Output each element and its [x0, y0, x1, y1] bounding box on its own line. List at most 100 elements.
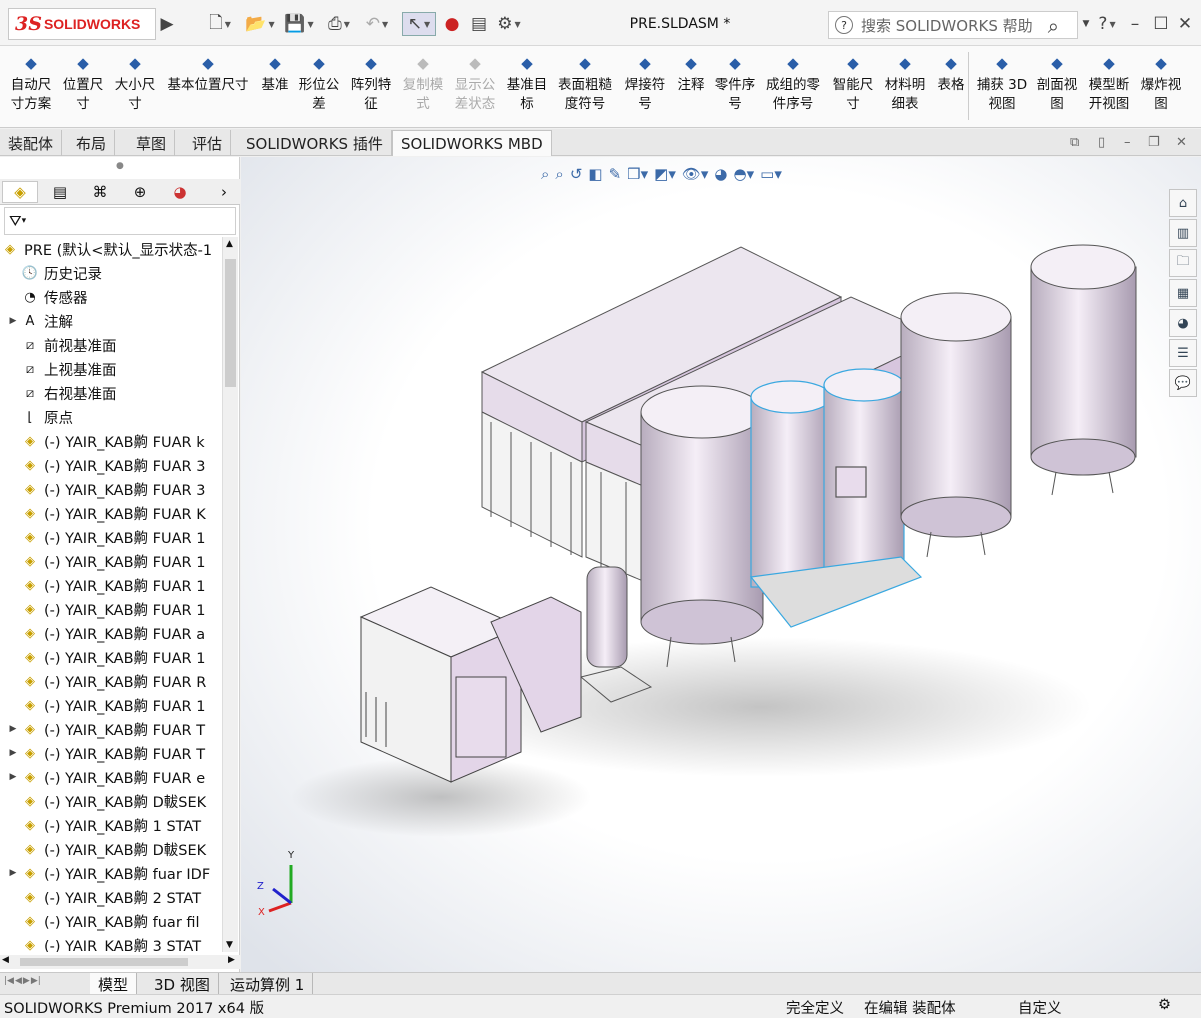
- tile-icon[interactable]: ▯: [1098, 135, 1105, 150]
- scroll-down-icon[interactable]: ▼: [226, 940, 233, 950]
- tree-vertical-scrollbar[interactable]: ▲ ▼: [222, 237, 238, 952]
- ribbon-section-view-button[interactable]: ◆ 剖面视 图: [1034, 52, 1080, 114]
- tree-item[interactable]: ▶ ◈ (-) YAIR_KAB齁 FUAR T: [0, 741, 222, 765]
- edit-appearance-icon[interactable]: ◕: [714, 165, 727, 183]
- tree-item[interactable]: ◈ (-) YAIR_KAB齁 3 STAT: [0, 933, 222, 953]
- ribbon-show-tolerance-status-button[interactable]: ◆ 显示公 差状态: [452, 52, 498, 114]
- ribbon-table-button[interactable]: ◆ 表格: [934, 52, 968, 95]
- ribbon-auto-dimension-button[interactable]: ◆ 自动尺 寸方案: [8, 52, 54, 114]
- forum-icon[interactable]: 💬: [1169, 369, 1197, 397]
- custom-properties-icon[interactable]: ☰: [1169, 339, 1197, 367]
- design-library-icon[interactable]: ▥: [1169, 219, 1197, 247]
- appearances-icon[interactable]: ◕: [1169, 309, 1197, 337]
- view-settings-icon[interactable]: ▭▾: [760, 165, 782, 183]
- ribbon-capture-3d-view-button[interactable]: ◆ 捕获 3D 视图: [976, 52, 1028, 114]
- tree-item[interactable]: ◈ (-) YAIR_KAB齁 FUAR 1: [0, 573, 222, 597]
- ribbon-surface-finish-button[interactable]: ◆ 表面粗糙 度符号: [556, 52, 614, 114]
- bottom-tab-1[interactable]: 模型: [90, 973, 138, 995]
- filter-icon[interactable]: ⛛: [9, 212, 22, 230]
- scroll-thumb[interactable]: [225, 259, 236, 387]
- ribbon-balloon-button[interactable]: ◆ 零件序 号: [712, 52, 758, 114]
- bottom-tab-3[interactable]: 运动算例 1: [222, 973, 314, 995]
- dynamic-annotation-icon[interactable]: ✎: [609, 165, 622, 183]
- tree-item[interactable]: ▶ A 注解: [0, 309, 222, 333]
- tree-root-assembly[interactable]: ◈ PRE (默认<默认_显示状态-1: [0, 237, 222, 261]
- tree-item[interactable]: ⧄ 上视基准面: [0, 357, 222, 381]
- filter-dropdown-icon[interactable]: ▾: [22, 216, 27, 226]
- tree-item[interactable]: ◈ (-) YAIR_KAB齁 fuar fil: [0, 909, 222, 933]
- save-icon[interactable]: 💾 ▼: [284, 12, 314, 36]
- menu-expand-arrow-icon[interactable]: ▶: [160, 12, 174, 36]
- tree-filter[interactable]: ⛛ ▾: [4, 207, 236, 235]
- hide-show-items-icon[interactable]: 👁▾: [682, 165, 709, 183]
- file-properties-icon[interactable]: ▤: [468, 12, 490, 36]
- expand-arrow-icon[interactable]: ▶: [6, 772, 20, 782]
- search-input[interactable]: 搜索 SOLIDWORKS 帮助: [861, 15, 1033, 36]
- doc-close-icon[interactable]: ✕: [1176, 135, 1187, 150]
- ribbon-weld-symbol-button[interactable]: ◆ 焊接符 号: [622, 52, 668, 114]
- tab-3[interactable]: 草图: [128, 130, 176, 156]
- apply-scene-icon[interactable]: ◓▾: [734, 165, 755, 183]
- ribbon-pattern-feature-button[interactable]: ◆ 阵列特 征: [348, 52, 394, 114]
- tree-item[interactable]: ⌊ 原点: [0, 405, 222, 429]
- tree-item[interactable]: 🕓 历史记录: [0, 261, 222, 285]
- tree-item[interactable]: ◈ (-) YAIR_KAB齁 D軷SEK: [0, 837, 222, 861]
- tree-item[interactable]: ▶ ◈ (-) YAIR_KAB齁 FUAR T: [0, 717, 222, 741]
- view-palette-icon[interactable]: ▦: [1169, 279, 1197, 307]
- display-style-icon[interactable]: ◩▾: [654, 165, 676, 183]
- rebuild-traffic-light-icon[interactable]: ●: [444, 12, 460, 36]
- ribbon-geometric-tolerance-button[interactable]: ◆ 形位公 差: [296, 52, 342, 114]
- bottom-tab-2[interactable]: 3D 视图: [146, 973, 219, 995]
- unit-system[interactable]: 自定义: [1018, 997, 1062, 1018]
- previous-view-icon[interactable]: ↺: [570, 165, 583, 183]
- ribbon-smart-dimension-button[interactable]: ◆ 智能尺 寸: [830, 52, 876, 114]
- ribbon-model-break-view-button[interactable]: ◆ 模型断 开视图: [1086, 52, 1132, 114]
- configuration-tab-icon[interactable]: ⌘: [82, 181, 118, 203]
- prev-tab-icon[interactable]: ◀: [15, 976, 22, 986]
- expand-arrow-icon[interactable]: ▶: [6, 316, 20, 326]
- hscroll-thumb[interactable]: [20, 958, 188, 966]
- rebuild-status-icon[interactable]: ⚙: [1158, 997, 1171, 1013]
- solidworks-resources-icon[interactable]: ⌂: [1169, 189, 1197, 217]
- search-dropdown-icon[interactable]: ▼: [1080, 12, 1092, 36]
- expand-arrow-icon[interactable]: ▶: [6, 724, 20, 734]
- tree-item[interactable]: ▶ ◈ (-) YAIR_KAB齁 fuar IDF: [0, 861, 222, 885]
- tree-item[interactable]: ◈ (-) YAIR_KAB齁 FUAR 1: [0, 693, 222, 717]
- tab-scroll-buttons[interactable]: |◀ ◀ ▶ ▶|: [4, 976, 41, 986]
- tree-item[interactable]: ◈ (-) YAIR_KAB齁 FUAR K: [0, 501, 222, 525]
- next-tab-icon[interactable]: ▶: [23, 976, 30, 986]
- panel-grip-icon[interactable]: ●: [116, 161, 124, 171]
- ribbon-datum-button[interactable]: ◆ 基准: [258, 52, 292, 95]
- ribbon-stacked-balloon-button[interactable]: ◆ 成组的零 件序号: [764, 52, 822, 114]
- undo-icon[interactable]: ↶ ▼: [362, 12, 392, 36]
- zoom-to-fit-icon[interactable]: ⌕: [541, 165, 549, 183]
- tab-5[interactable]: SOLIDWORKS 插件: [238, 130, 392, 156]
- tree-item[interactable]: ◈ (-) YAIR_KAB齁 FUAR R: [0, 669, 222, 693]
- ribbon-basic-location-dimension-button[interactable]: ◆ 基本位置尺寸: [164, 52, 252, 95]
- expand-arrow-icon[interactable]: ▶: [6, 748, 20, 758]
- tree-item[interactable]: ◈ (-) YAIR_KAB齁 FUAR a: [0, 621, 222, 645]
- tabs-more-icon[interactable]: ›: [214, 181, 234, 203]
- ribbon-exploded-view-button[interactable]: ◆ 爆炸视 图: [1138, 52, 1184, 114]
- doc-restore-icon[interactable]: ❐: [1148, 135, 1160, 150]
- ribbon-note-button[interactable]: ◆ 注释: [674, 52, 708, 95]
- tree-item[interactable]: ◈ (-) YAIR_KAB齁 FUAR k: [0, 429, 222, 453]
- doc-minimize-icon[interactable]: –: [1124, 135, 1131, 150]
- tab-2[interactable]: 布局: [68, 130, 116, 156]
- help-button[interactable]: ? ▼: [1094, 12, 1120, 36]
- scroll-left-icon[interactable]: ◀: [2, 955, 9, 965]
- display-manager-tab-icon[interactable]: ◕: [162, 181, 198, 203]
- select-pointer-icon[interactable]: ↖ ▼: [402, 12, 436, 36]
- ribbon-size-dimension-button[interactable]: ◆ 大小尺 寸: [112, 52, 158, 114]
- view-orientation-icon[interactable]: ❒▾: [627, 165, 648, 183]
- ribbon-location-dimension-button[interactable]: ◆ 位置尺 寸: [60, 52, 106, 114]
- tree-item[interactable]: ◈ (-) YAIR_KAB齁 FUAR 1: [0, 597, 222, 621]
- ribbon-datum-target-button[interactable]: ◆ 基准目 标: [504, 52, 550, 114]
- section-view-hud-icon[interactable]: ◧: [588, 165, 602, 183]
- tree-item[interactable]: ◈ (-) YAIR_KAB齁 D軷SEK: [0, 789, 222, 813]
- minimize-icon[interactable]: –: [1124, 12, 1146, 36]
- print-icon[interactable]: ⎙ ▼: [323, 12, 355, 36]
- tree-item[interactable]: ◈ (-) YAIR_KAB齁 FUAR 1: [0, 645, 222, 669]
- tree-item[interactable]: ⧄ 前视基准面: [0, 333, 222, 357]
- tree-item[interactable]: ◔ 传感器: [0, 285, 222, 309]
